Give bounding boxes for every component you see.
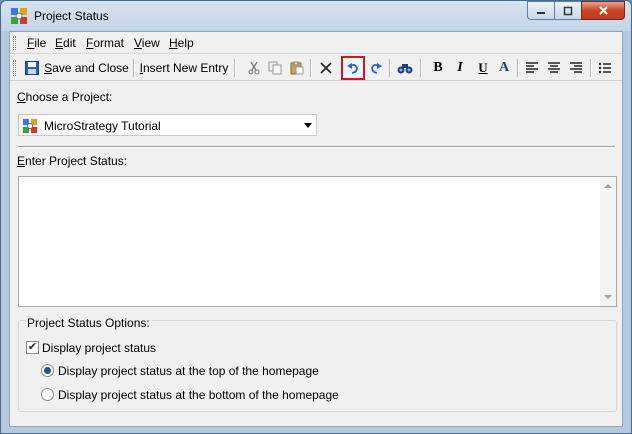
window-title: Project Status <box>34 9 109 23</box>
bold-icon: B <box>433 60 443 75</box>
checkmark-icon: ✔ <box>27 341 38 353</box>
redo-button[interactable] <box>367 58 385 78</box>
microstrategy-project-icon <box>10 7 28 25</box>
toolbar-separator <box>590 59 592 77</box>
align-left-button[interactable] <box>523 58 541 78</box>
align-left-icon <box>525 62 539 74</box>
delete-button[interactable] <box>317 58 335 78</box>
bold-button[interactable]: B <box>430 58 446 78</box>
menu-view[interactable]: View <box>134 36 160 50</box>
chevron-down-icon[interactable] <box>304 123 312 128</box>
menu-format[interactable]: Format <box>86 36 124 50</box>
menu-file[interactable]: File <box>27 36 46 50</box>
cut-icon <box>247 61 261 75</box>
window-client-area: File Edit Format View Help Save and Clos… <box>9 31 623 427</box>
options-group-legend: Project Status Options: <box>26 316 151 330</box>
align-center-icon <box>547 62 561 74</box>
radio-display-bottom-label[interactable]: Display project status at the bottom of … <box>58 388 339 402</box>
font-color-button[interactable]: A <box>496 58 512 78</box>
divider <box>18 146 615 148</box>
minimize-icon <box>536 6 546 16</box>
font-color-icon: A <box>498 60 510 75</box>
close-icon <box>598 5 609 16</box>
italic-button[interactable]: I <box>452 58 468 78</box>
align-center-button[interactable] <box>545 58 563 78</box>
paste-icon <box>290 61 304 75</box>
toolbar-separator <box>310 59 312 77</box>
bullet-list-button[interactable] <box>596 58 614 78</box>
menu-help[interactable]: Help <box>169 36 194 50</box>
menu-edit[interactable]: Edit <box>55 36 76 50</box>
delete-icon <box>320 62 332 74</box>
toolbar-separator <box>517 59 519 77</box>
underline-button[interactable]: U <box>475 58 491 78</box>
redo-icon <box>369 61 383 75</box>
microstrategy-project-icon <box>22 118 38 134</box>
cut-button[interactable] <box>245 58 263 78</box>
italic-icon: I <box>457 60 463 75</box>
project-dropdown-value: MicroStrategy Tutorial <box>44 119 161 133</box>
choose-project-label: Choose a Project: <box>17 90 113 104</box>
copy-icon <box>268 61 282 75</box>
radio-display-top[interactable] <box>41 364 54 377</box>
toolbar-separator <box>234 59 236 77</box>
align-right-icon <box>569 62 583 74</box>
project-status-textarea[interactable] <box>18 176 617 307</box>
maximize-icon <box>563 6 573 16</box>
toolbar-separator <box>420 59 422 77</box>
menu-bar-grip[interactable] <box>13 36 16 50</box>
minimize-button[interactable] <box>527 1 554 20</box>
radio-display-bottom[interactable] <box>41 388 54 401</box>
maximize-button[interactable] <box>554 1 581 20</box>
project-dropdown[interactable]: MicroStrategy Tutorial <box>18 114 317 136</box>
enter-status-label: Enter Project Status: <box>17 154 128 168</box>
insert-new-entry-button[interactable]: Insert New Entry <box>139 58 229 78</box>
copy-button[interactable] <box>266 58 284 78</box>
project-status-window: Project Status File Edit Format View Hel… <box>0 0 632 434</box>
align-right-button[interactable] <box>567 58 585 78</box>
find-icon <box>397 61 413 75</box>
display-status-checkbox[interactable]: ✔ <box>26 341 39 354</box>
toolbar: Save and Close Insert New Entry B I U A <box>10 55 622 81</box>
display-status-label[interactable]: Display project status <box>42 341 156 355</box>
undo-icon <box>346 61 360 75</box>
radio-display-top-label[interactable]: Display project status at the top of the… <box>58 364 319 378</box>
toolbar-separator <box>133 59 135 77</box>
status-scrollbar[interactable] <box>600 177 616 306</box>
toolbar-grip[interactable] <box>13 60 16 76</box>
paste-button[interactable] <box>288 58 306 78</box>
caption-buttons <box>527 1 625 21</box>
scroll-up-icon[interactable] <box>604 184 612 188</box>
underline-icon: U <box>478 60 488 75</box>
save-and-close-button[interactable]: Save and Close <box>25 58 129 78</box>
undo-button[interactable] <box>341 56 365 80</box>
toolbar-separator <box>389 59 391 77</box>
scroll-down-icon[interactable] <box>604 295 612 299</box>
title-bar[interactable]: Project Status <box>1 1 631 31</box>
close-button[interactable] <box>581 1 625 20</box>
menu-bar: File Edit Format View Help <box>10 32 622 54</box>
bullet-list-icon <box>598 62 612 74</box>
save-icon <box>25 61 40 75</box>
find-button[interactable] <box>395 58 415 78</box>
